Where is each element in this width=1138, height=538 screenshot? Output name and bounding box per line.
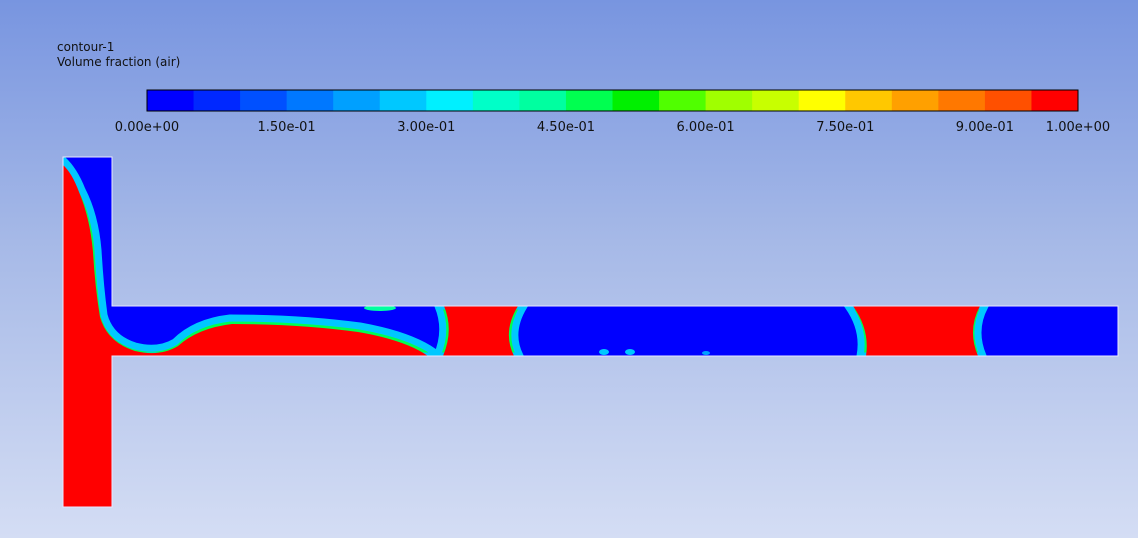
water-background — [63, 157, 1118, 507]
colorbar-swatch — [1031, 90, 1079, 111]
colorbar-swatch — [519, 90, 567, 111]
colorbar-swatch — [798, 90, 846, 111]
colorbar-swatch — [147, 90, 195, 111]
colorbar-swatch — [891, 90, 939, 111]
flow-domain — [63, 157, 1118, 507]
colorbar-swatch — [845, 90, 893, 111]
colorbar-swatch — [659, 90, 707, 111]
colorbar-swatch — [426, 90, 474, 111]
colorbar-tick-label: 1.50e-01 — [258, 120, 316, 135]
air-region-lower-leg — [63, 350, 112, 507]
air-slug-2 — [853, 306, 980, 356]
interface-speck-3 — [702, 351, 710, 355]
interface-speck-1 — [599, 349, 609, 355]
colorbar-swatch — [379, 90, 427, 111]
colorbar-swatch — [705, 90, 753, 111]
colorbar-swatch — [333, 90, 381, 111]
colorbar-swatch — [240, 90, 288, 111]
colorbar-swatch — [565, 90, 613, 111]
colorbar-swatch — [286, 90, 334, 111]
colorbar-tick-label: 7.50e-01 — [816, 120, 874, 135]
colorbar-tick-label: 9.00e-01 — [956, 120, 1014, 135]
colorbar — [146, 89, 1079, 112]
air-slug-1 — [443, 306, 518, 356]
colorbar-swatch — [612, 90, 660, 111]
colorbar-tick-label: 1.00e+00 — [1046, 120, 1110, 135]
colorbar-tick-label: 0.00e+00 — [115, 120, 179, 135]
colorbar-swatch — [472, 90, 520, 111]
contour-plot: 0.00e+00 1.50e-01 3.00e-01 4.50e-01 6.00e-01… — [62, 89, 1119, 508]
colorbar-tick-label: 3.00e-01 — [397, 120, 455, 135]
colorbar-swatch — [752, 90, 800, 111]
colorbar-tick-label: 6.00e-01 — [677, 120, 735, 135]
colorbar-swatch — [193, 90, 241, 111]
interface-speck-2 — [625, 349, 635, 355]
colorbar-swatch — [984, 90, 1032, 111]
colorbar-swatch — [938, 90, 986, 111]
colorbar-ticks: 0.00e+00 1.50e-01 3.00e-01 4.50e-01 6.00e-01… — [115, 120, 1110, 135]
colorbar-tick-label: 4.50e-01 — [537, 120, 595, 135]
